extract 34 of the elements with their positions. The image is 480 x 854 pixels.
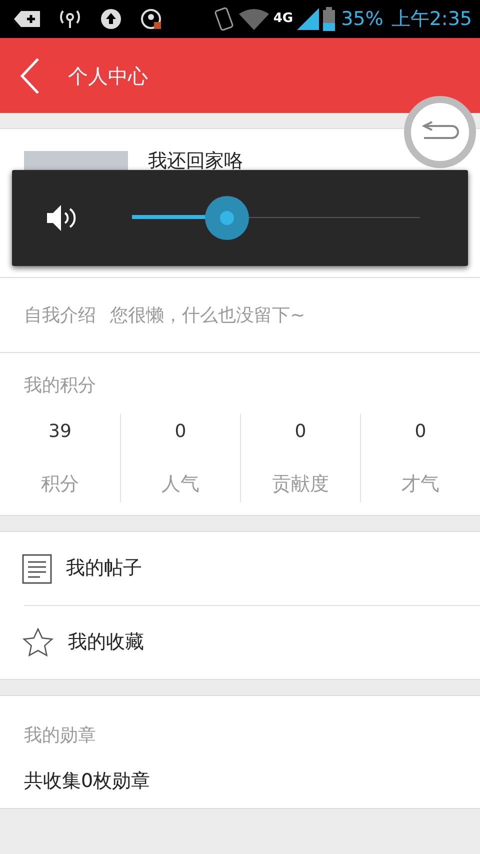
stat-label: 才气	[402, 472, 440, 496]
clock: 上午2:35	[391, 6, 472, 32]
page-title: 个人中心	[68, 62, 148, 90]
menu-item[interactable]: 我的收藏	[0, 606, 480, 679]
volume-slider[interactable]	[132, 196, 420, 240]
intro-text: 您很懒，什么也没留下~	[110, 304, 306, 328]
wifi-icon	[239, 8, 270, 30]
intro-label: 自我介绍	[24, 304, 96, 328]
signal-icon	[297, 8, 320, 30]
star-icon	[22, 626, 54, 658]
hotspot-icon	[58, 8, 82, 30]
menu-label: 我的帖子	[66, 556, 142, 582]
stat-label: 贡献度	[272, 472, 329, 496]
stat-value: 0	[294, 420, 306, 444]
battery-icon	[323, 7, 336, 31]
stat-label: 人气	[162, 472, 200, 496]
plus-tag-icon	[14, 9, 40, 29]
medal-summary: 共收集0枚勋章	[24, 769, 152, 794]
upload-icon	[100, 8, 122, 30]
menu-item[interactable]: 我的帖子	[0, 532, 480, 605]
section-title: 我的积分	[23, 374, 97, 398]
stat-value: 0	[414, 420, 426, 444]
battery-percent: 35%	[341, 6, 384, 32]
stat-value: 39	[48, 420, 72, 444]
section-title: 我的勋章	[24, 724, 97, 748]
document-icon	[22, 554, 52, 584]
back-icon	[20, 58, 40, 94]
network-type: 4G	[273, 10, 294, 28]
menu-label: 我的收藏	[68, 630, 144, 656]
speaker-icon	[45, 203, 77, 233]
stat-label: 积分	[41, 472, 79, 496]
user-name: 我还回家咯	[148, 150, 243, 172]
stat-value: 0	[174, 420, 186, 444]
person-icon	[140, 8, 162, 30]
